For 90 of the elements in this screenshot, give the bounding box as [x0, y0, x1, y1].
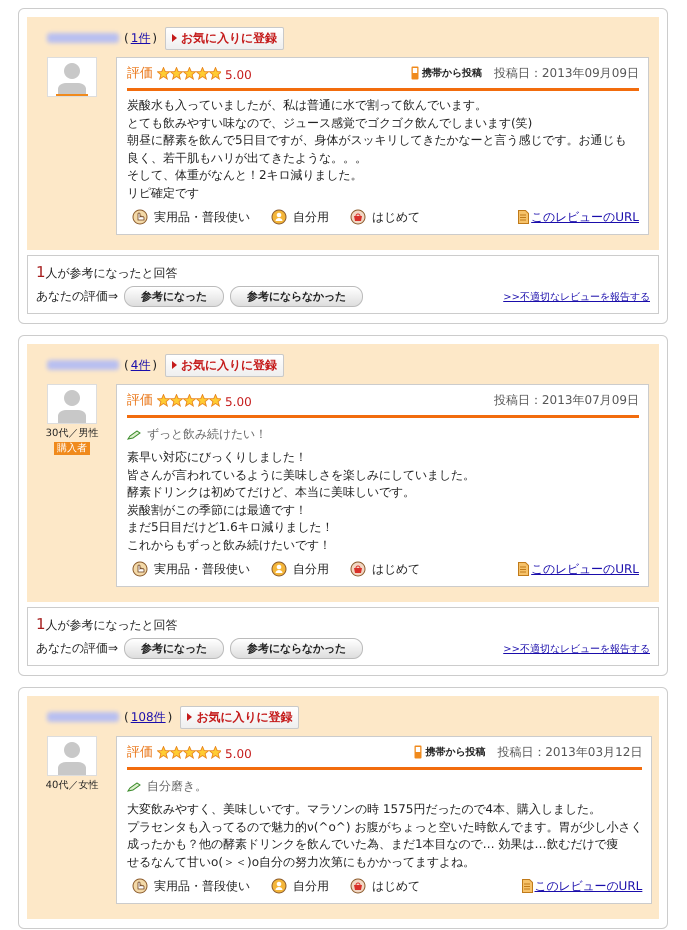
star-icon [208, 746, 221, 758]
tag-label: 自分用 [293, 560, 329, 578]
hand-icon [132, 878, 148, 894]
tag-label: はじめて [372, 208, 420, 226]
star-icon [157, 746, 171, 758]
rating-score: 5.00 [225, 747, 252, 761]
helpful-vote-button[interactable]: 参考にならなかった [230, 638, 364, 659]
rating-score: 5.00 [225, 395, 252, 409]
star-icon [208, 66, 221, 80]
review-url-link[interactable]: このレビューのURL [534, 878, 642, 894]
tag-label: はじめて [372, 560, 420, 578]
add-favorite-button[interactable]: お気に入りに登録 [165, 26, 284, 50]
add-favorite-button[interactable]: お気に入りに登録 [180, 706, 300, 728]
document-icon [518, 562, 530, 576]
tag-label: 自分用 [293, 208, 329, 226]
helpful-vote-button[interactable]: 参考になった [124, 286, 224, 307]
post-date: 投稿日：2013年03月12日 [497, 744, 642, 760]
paren: ( [124, 358, 129, 372]
star-icon [157, 66, 171, 80]
review-url-link[interactable]: このレビューのURL [531, 208, 639, 226]
star-icon [157, 394, 171, 406]
avatar-icon [47, 384, 97, 424]
add-favorite-button[interactable]: お気に入りに登録 [165, 354, 284, 376]
mobile-post-label: 携帯から投稿 [422, 66, 482, 80]
mobile-post-label: 携帯から投稿 [425, 746, 486, 759]
star-icon [195, 394, 210, 406]
basket-icon [350, 561, 366, 577]
review-count-link[interactable]: 108件 [130, 708, 166, 726]
report-review-link[interactable]: >>不適切なレビューを報告する [503, 642, 650, 656]
star-icon [169, 394, 184, 406]
avatar-icon [47, 57, 97, 97]
tag-label: 実用品・普段使い [154, 208, 250, 226]
star-icon [182, 394, 197, 406]
paren: ( [124, 710, 129, 724]
review-title: 自分磨き。 [147, 778, 207, 795]
paren: ( [124, 31, 129, 45]
tag-label: 実用品・普段使い [154, 878, 250, 894]
person-icon [271, 209, 287, 225]
helpful-vote-button[interactable]: 参考にならなかった [230, 286, 364, 307]
review-text: 炭酸水も入っていましたが、私は普通に水で割って飲んでいます。 とても飲みやすい味なので、ジュース感覚でゴクゴク飲んでしまいます(笑) 朝昼に酵素を飲んで5日目ですが、身体がスッキリしてきたかなーと言う感じです。お通じも 良く、若干肌もハリが出てきたような。。。 そして、体重がなんと！2キロ減りました。 リピ確定です [127, 97, 628, 202]
hand-icon [132, 209, 148, 225]
your-rating-label: あなたの評価⇒ [36, 640, 118, 657]
basket-icon [350, 878, 366, 894]
star-icon [195, 66, 210, 80]
rating-label: 評価 [127, 65, 153, 82]
review-title: ずっと飲み続けたい！ [147, 426, 267, 443]
star-icon [195, 746, 210, 758]
age-gender: 30代／男性 [46, 426, 98, 440]
tag-label: はじめて [372, 878, 420, 894]
star-icon [182, 746, 197, 758]
rating-score: 5.00 [225, 68, 252, 82]
pencil-icon [127, 430, 141, 440]
paren: ) [152, 358, 158, 372]
person-icon [271, 878, 287, 894]
person-icon [271, 561, 287, 577]
paren: ) [152, 31, 158, 45]
review-text: 素早い対応にびっくりしました！ 皆さんが言われているように美味しさを楽しみにしていました。 酵素ドリンクは初めてだけど、本当に美味しいです。 炭酸割がこの季節には最適です！ まだ5日目だけど1.6キロ減りました！ これからもずっと飲み続けたいです！ [127, 449, 476, 554]
post-date: 投稿日：2013年07月09日 [494, 392, 639, 408]
phone-icon [410, 66, 419, 80]
rating-label: 評価 [127, 392, 153, 409]
helpful-vote-button[interactable]: 参考になった [124, 638, 224, 659]
review-count-link[interactable]: 1件 [130, 30, 150, 46]
rating-label: 評価 [127, 744, 153, 761]
star-icon [182, 66, 197, 80]
review-count-link[interactable]: 4件 [130, 356, 150, 374]
document-icon [522, 879, 533, 893]
blurred-username [47, 360, 119, 370]
tag-label: 自分用 [293, 878, 329, 894]
hand-icon [132, 561, 148, 577]
blurred-username [47, 33, 119, 43]
star-icon [169, 66, 184, 80]
age-gender: 40代／女性 [46, 778, 98, 792]
avatar-icon [47, 736, 97, 776]
paren: ) [168, 710, 172, 724]
report-review-link[interactable]: >>不適切なレビューを報告する [503, 290, 650, 304]
helpful-count-text: 1人が参考になったと回答 [36, 615, 179, 634]
post-date: 投稿日：2013年09月09日 [494, 64, 639, 82]
star-icon [208, 394, 221, 406]
document-icon [518, 210, 530, 224]
purchaser-badge: 購入者 [54, 442, 90, 455]
review-url-link[interactable]: このレビューのURL [531, 560, 639, 578]
helpful-count-text: 1人が参考になったと回答 [36, 263, 179, 282]
blurred-username [47, 712, 119, 722]
tag-label: 実用品・普段使い [154, 560, 250, 578]
basket-icon [350, 209, 366, 225]
your-rating-label: あなたの評価⇒ [36, 288, 118, 305]
pencil-icon [127, 782, 141, 792]
phone-icon [414, 745, 422, 759]
review-text: 大変飲みやすく、美味しいです。マラソンの時 1575円だったので4本、購入しました。 プラセンタも入ってるので魅力的ν(^o^) お腹がちょっと空いた時飲んでます。胃が少し小さく 成ったかも？他の酵素ドリンクを飲んでいた為、まだ1本目なので… 効果は…飲むだけで痩 せるなんて甘いo(＞＜)o自分の努力次第にもかかってますよね。 [127, 801, 642, 870]
star-icon [169, 746, 184, 758]
